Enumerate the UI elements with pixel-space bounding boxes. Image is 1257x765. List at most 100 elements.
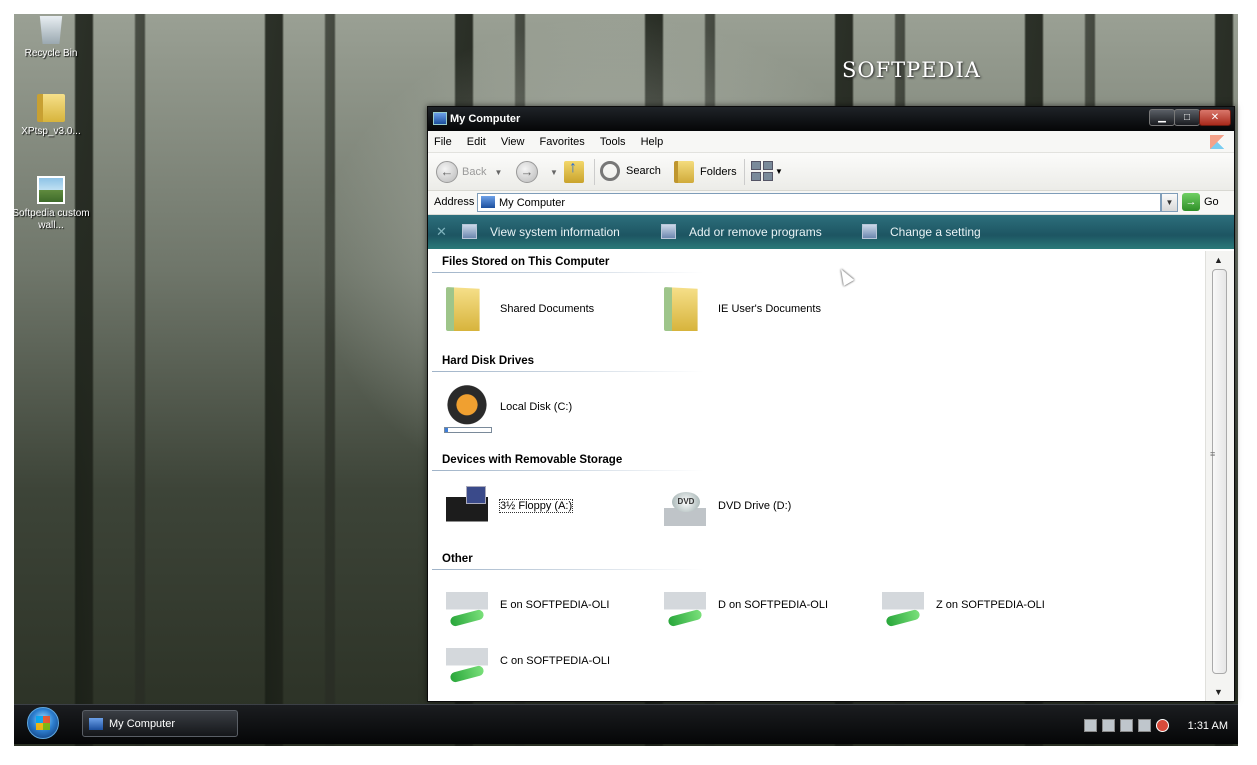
menu-view[interactable]: View <box>495 131 531 148</box>
section-header-hard-disk-drives: Hard Disk Drives <box>442 355 535 367</box>
taskbar-button-label: My Computer <box>109 717 176 730</box>
item-label: Local Disk (C:) <box>500 401 573 413</box>
item-network-drive-c[interactable]: C on SOFTPEDIA-OLI <box>446 639 610 683</box>
search-label: Search <box>626 165 661 177</box>
scrollbar-thumb[interactable] <box>1212 269 1227 674</box>
item-network-drive-e[interactable]: E on SOFTPEDIA-OLI <box>446 583 609 627</box>
control-panel-icon <box>862 224 877 239</box>
recycle-bin-icon <box>39 16 63 44</box>
desktop-icon-xptsp[interactable]: XPtsp_v3.0... <box>14 94 91 138</box>
item-dvd-drive-d[interactable]: DVD Drive (D:) <box>664 484 791 528</box>
close-button[interactable]: ✕ <box>1199 109 1231 126</box>
taskbar-button-my-computer[interactable]: My Computer <box>82 710 238 737</box>
item-ie-users-documents[interactable]: IE User's Documents <box>664 287 821 331</box>
minimize-button[interactable]: ▁ <box>1149 109 1175 126</box>
display-icon[interactable] <box>1119 719 1133 732</box>
desktop-icon-label: XPtsp_v3.0... <box>21 126 81 137</box>
address-input[interactable]: My Computer <box>477 193 1161 212</box>
views-icon <box>751 161 773 181</box>
menu-file[interactable]: File <box>428 131 458 148</box>
forward-arrow-icon: → <box>516 161 538 183</box>
folders-label: Folders <box>700 166 737 178</box>
system-tasks-bar: ✕ View system information Add or remove … <box>428 215 1234 249</box>
menu-tools[interactable]: Tools <box>594 131 632 148</box>
dvd-drive-icon <box>664 484 706 528</box>
back-button[interactable]: ← Back ▼ <box>436 161 502 183</box>
add-remove-programs-icon <box>661 224 676 239</box>
folders-button[interactable]: Folders <box>674 161 737 183</box>
up-button[interactable] <box>564 159 584 183</box>
window-title: My Computer <box>450 113 521 125</box>
safely-remove-hardware-icon[interactable] <box>1137 719 1151 732</box>
security-alert-icon[interactable] <box>1155 719 1169 732</box>
folder-icon <box>664 287 698 331</box>
go-button[interactable]: → Go <box>1182 193 1219 211</box>
title-bar[interactable]: My Computer ▁ □ ✕ <box>428 107 1234 131</box>
item-label: Shared Documents <box>500 303 595 315</box>
my-computer-icon <box>481 196 495 208</box>
system-tray: 1:31 AM <box>1083 719 1228 732</box>
address-value: My Computer <box>499 197 566 209</box>
start-button[interactable] <box>27 707 59 739</box>
scroll-up-arrow-icon[interactable]: ▲ <box>1214 255 1223 265</box>
my-computer-icon <box>433 112 447 125</box>
softpedia-brand: SOFTPEDIA <box>842 58 981 82</box>
item-label: E on SOFTPEDIA-OLI <box>500 599 610 611</box>
forward-button[interactable]: → ▼ <box>516 161 558 183</box>
chevron-down-icon[interactable]: ▼ <box>550 168 558 177</box>
address-label: Address <box>434 196 475 208</box>
desktop-icon-label: Recycle Bin <box>24 48 78 59</box>
item-floppy-a[interactable]: 3½ Floppy (A:) <box>446 484 574 528</box>
task-add-remove-programs[interactable]: Add or remove programs <box>661 224 822 239</box>
maximize-button[interactable]: □ <box>1174 109 1200 126</box>
taskbar: My Computer 1:31 AM <box>14 704 1238 744</box>
clock[interactable]: 1:31 AM <box>1188 720 1228 732</box>
item-local-disk-c[interactable]: Local Disk (C:) <box>444 385 573 433</box>
item-network-drive-d[interactable]: D on SOFTPEDIA-OLI <box>664 583 828 627</box>
volume-icon[interactable] <box>1101 719 1115 732</box>
desktop-icon-recycle-bin[interactable]: Recycle Bin <box>14 16 91 60</box>
network-icon[interactable] <box>1083 719 1097 732</box>
network-drive-icon <box>664 583 706 627</box>
section-header-files: Files Stored on This Computer <box>442 256 610 268</box>
file-list-pane: Files Stored on This Computer Shared Doc… <box>428 251 1205 701</box>
task-view-system-information[interactable]: View system information <box>462 224 620 239</box>
menu-edit[interactable]: Edit <box>461 131 492 148</box>
chevron-down-icon[interactable]: ▼ <box>775 167 783 176</box>
address-bar: Address My Computer ▼ → Go <box>428 191 1234 215</box>
menu-favorites[interactable]: Favorites <box>534 131 591 148</box>
item-shared-documents[interactable]: Shared Documents <box>446 287 594 331</box>
disk-usage-bar <box>444 427 492 433</box>
menu-help[interactable]: Help <box>635 131 670 148</box>
address-dropdown-button[interactable]: ▼ <box>1161 193 1178 212</box>
section-divider <box>432 569 704 570</box>
vertical-scrollbar[interactable]: ▲ ≡ ▼ <box>1205 251 1234 701</box>
desktop-icon-label: Softpedia custom wall... <box>14 208 90 231</box>
hard-disk-icon <box>444 385 492 433</box>
task-change-a-setting[interactable]: Change a setting <box>862 224 981 239</box>
section-divider <box>432 371 704 372</box>
windows-flag-icon <box>1210 135 1226 149</box>
close-icon[interactable]: ✕ <box>436 224 447 240</box>
section-divider <box>432 272 704 273</box>
my-computer-icon <box>89 717 103 730</box>
scroll-grip-icon: ≡ <box>1210 449 1216 459</box>
go-arrow-icon: → <box>1182 193 1200 211</box>
search-button[interactable]: Search <box>600 161 661 181</box>
item-label: 3½ Floppy (A:) <box>498 499 574 513</box>
desktop-icon-softpedia-wallpaper[interactable]: Softpedia custom wall... <box>14 176 91 232</box>
chevron-down-icon[interactable]: ▼ <box>494 168 502 177</box>
folders-icon <box>674 161 694 183</box>
network-drive-icon <box>446 639 488 683</box>
section-header-other: Other <box>442 553 473 565</box>
views-button[interactable]: ▼ <box>751 161 783 181</box>
go-label: Go <box>1204 196 1219 208</box>
network-drive-icon <box>446 583 488 627</box>
floppy-drive-icon <box>446 484 488 528</box>
toolbar-separator <box>594 159 595 185</box>
search-icon <box>600 161 620 181</box>
item-network-drive-z[interactable]: Z on SOFTPEDIA-OLI <box>882 583 1045 627</box>
zip-folder-icon <box>37 94 65 122</box>
scroll-down-arrow-icon[interactable]: ▼ <box>1214 687 1223 697</box>
back-arrow-icon: ← <box>436 161 458 183</box>
